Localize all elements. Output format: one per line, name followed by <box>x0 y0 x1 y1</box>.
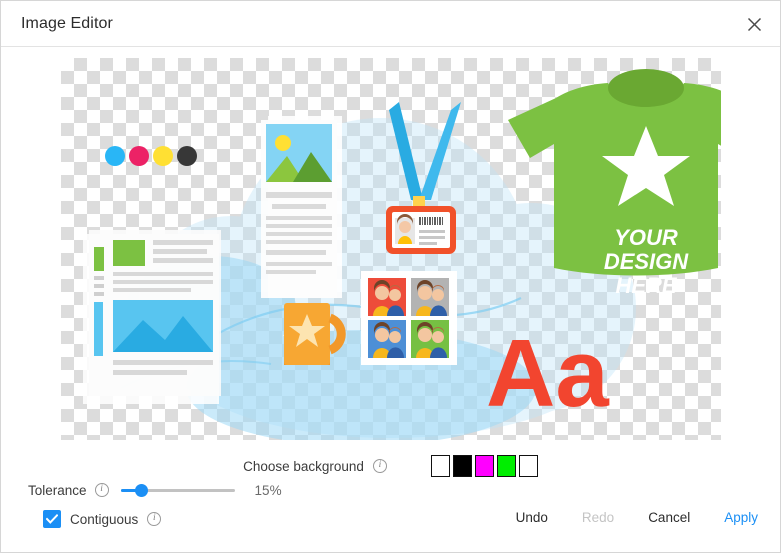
undo-button[interactable]: Undo <box>516 510 548 525</box>
apply-button[interactable]: Apply <box>724 510 758 525</box>
tolerance-slider[interactable] <box>120 482 235 498</box>
info-icon[interactable]: i <box>147 512 162 526</box>
svg-text:HERE: HERE <box>615 273 677 298</box>
contiguous-checkbox[interactable] <box>43 510 61 528</box>
swatch-magenta[interactable] <box>474 455 494 477</box>
choose-background-row: Choose background i <box>1 451 780 481</box>
info-icon[interactable]: i <box>94 483 109 497</box>
dialog-title: Image Editor <box>21 14 113 32</box>
swatch-green[interactable] <box>496 455 516 477</box>
artwork-illustration: YOUR DESIGN HERE Aa <box>61 58 721 440</box>
footer-actions: Undo Redo Cancel Apply <box>516 510 758 525</box>
dialog-titlebar: Image Editor <box>1 1 780 47</box>
svg-text:YOUR: YOUR <box>614 225 678 250</box>
editor-canvas-area: YOUR DESIGN HERE Aa Choose background i <box>1 47 780 480</box>
swatch-white-2[interactable] <box>518 455 538 477</box>
tolerance-row: Tolerance i 15% <box>28 482 282 498</box>
contiguous-row[interactable]: Contiguous i <box>43 510 162 528</box>
contiguous-label: Contiguous <box>70 511 139 527</box>
swatch-white-1[interactable] <box>430 455 450 477</box>
choose-background-label: Choose background <box>243 458 364 474</box>
dialog-footer: Tolerance i 15% Contiguous i Undo Redo C… <box>1 480 780 552</box>
info-icon[interactable]: i <box>372 459 387 473</box>
background-swatch-group <box>430 455 538 477</box>
svg-text:DESIGN: DESIGN <box>604 249 689 274</box>
slider-thumb[interactable] <box>134 484 148 497</box>
cancel-button[interactable]: Cancel <box>648 510 690 525</box>
tolerance-label: Tolerance <box>28 482 87 498</box>
redo-button: Redo <box>581 510 615 525</box>
svg-text:Aa: Aa <box>486 320 609 427</box>
swatch-black[interactable] <box>452 455 472 477</box>
close-icon[interactable] <box>742 12 766 36</box>
tolerance-value: 15% <box>254 482 282 498</box>
image-editor-dialog: Image Editor YOUR DESIGN HERE Aa Choose … <box>0 0 781 553</box>
image-canvas[interactable]: YOUR DESIGN HERE Aa <box>61 58 721 440</box>
